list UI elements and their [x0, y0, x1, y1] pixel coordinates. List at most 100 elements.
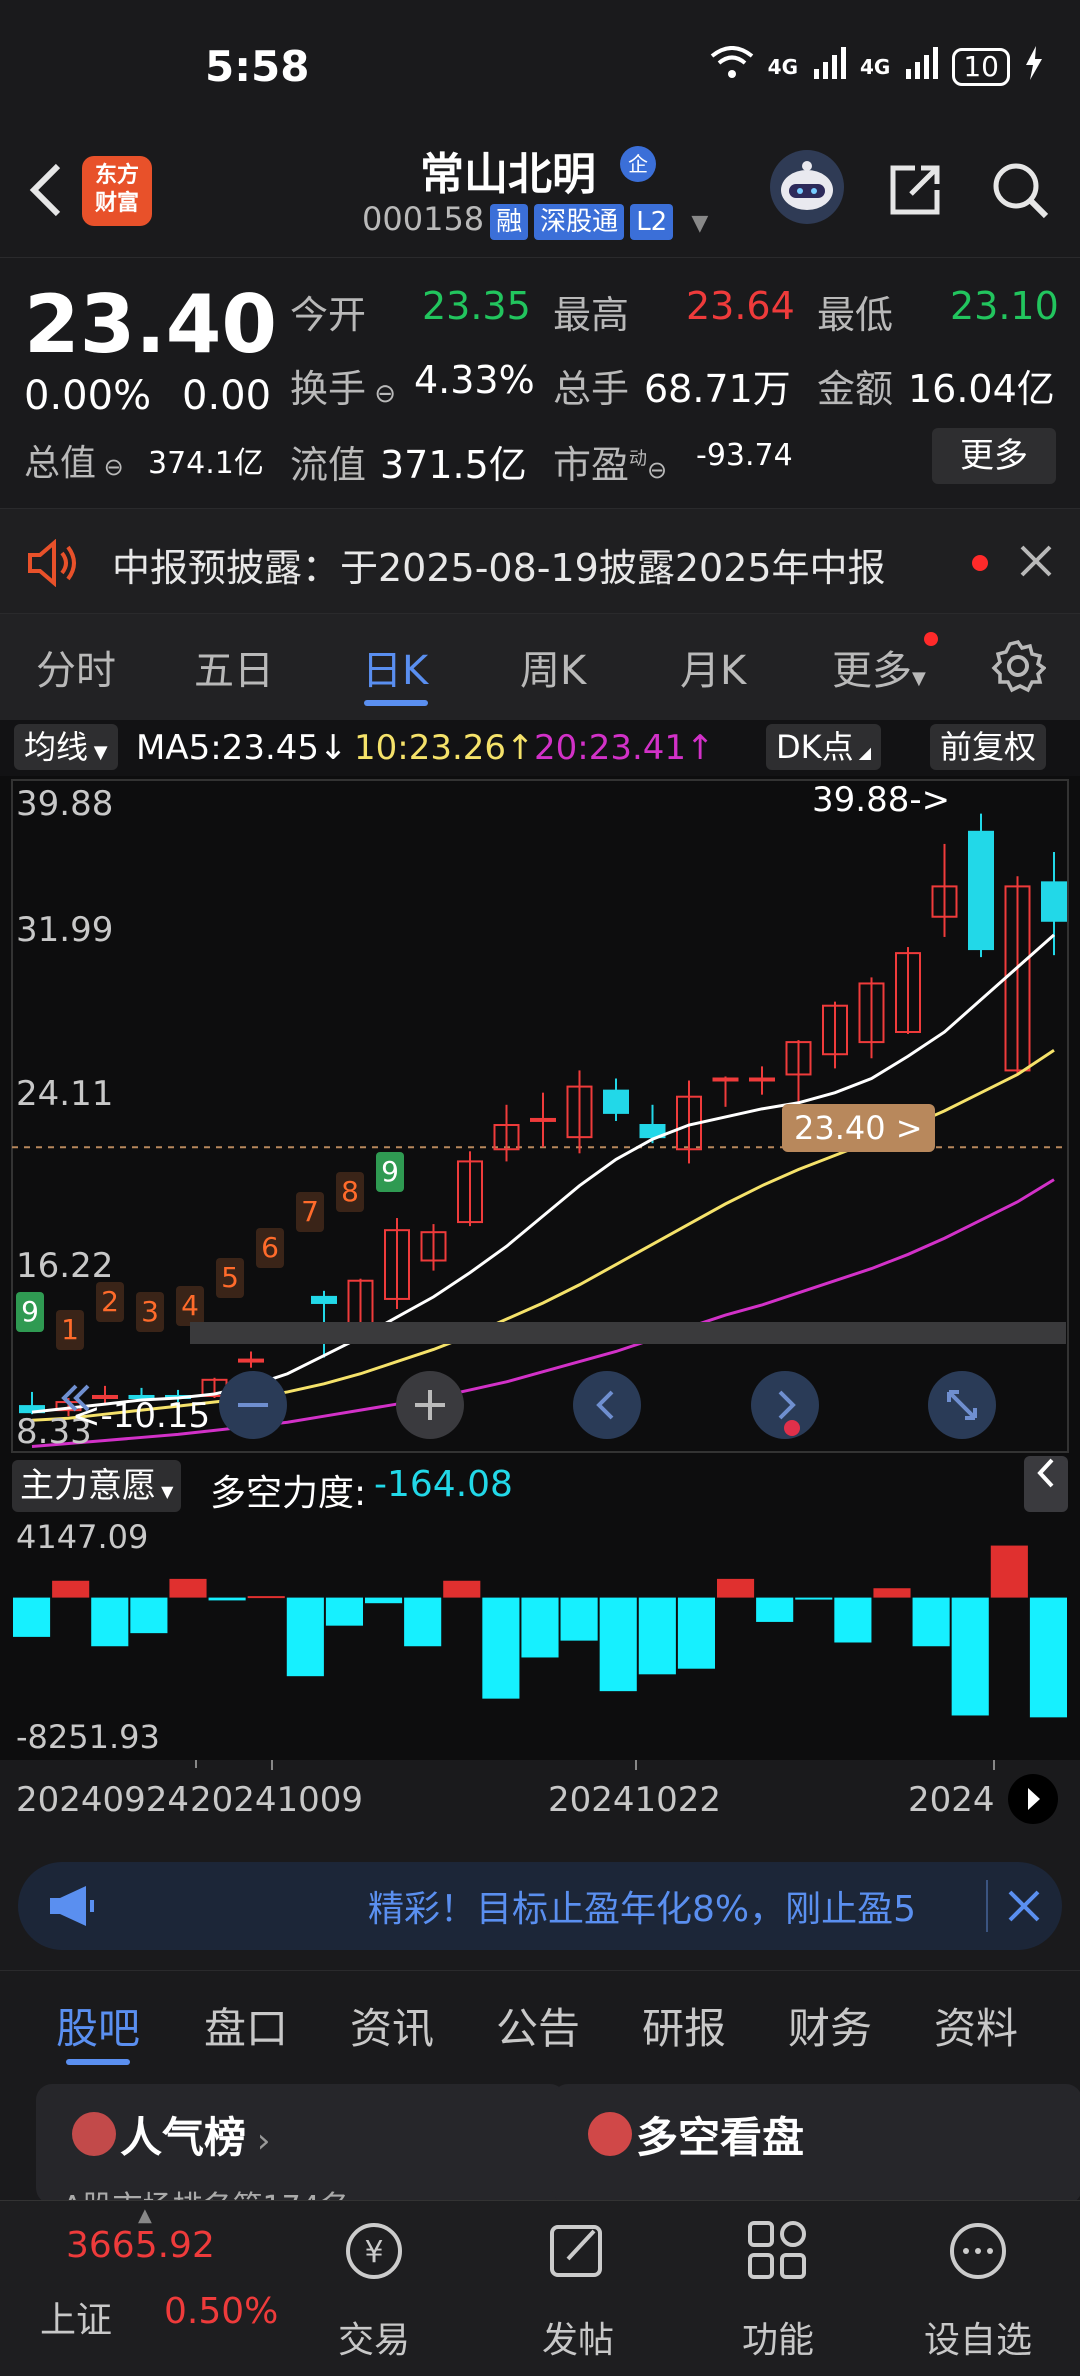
double-left-icon[interactable] — [56, 1378, 96, 1422]
subchart-y-top: 4147.09 — [16, 1518, 149, 1556]
tab-profile[interactable]: 资料 — [934, 1995, 1018, 2056]
subchart-bar — [873, 1588, 911, 1598]
wifi-icon — [710, 46, 754, 88]
subchart-bars-svg — [13, 1545, 1067, 1718]
subchart-bar — [286, 1597, 324, 1677]
tab-research[interactable]: 研报 — [642, 1995, 726, 2056]
zoom-in-icon[interactable] — [395, 1370, 465, 1440]
subchart-bar — [247, 1596, 285, 1599]
functions-grid-icon[interactable] — [742, 2215, 814, 2287]
settings-gear-icon[interactable] — [990, 638, 1047, 698]
post-edit-icon[interactable] — [542, 2215, 614, 2287]
battery-icon: 10 — [952, 48, 1010, 86]
divider — [986, 1880, 988, 1932]
tab-announcements[interactable]: 公告 — [496, 1995, 580, 2056]
unread-dot — [972, 555, 988, 571]
indicator-subchart[interactable]: 主力意愿 ▼ 多空力度: -164.08 4147.09 -8251.93 20… — [0, 1456, 1080, 1844]
chart-scroll-strip[interactable] — [190, 1322, 1066, 1344]
tab-news[interactable]: 资讯 — [350, 1995, 434, 2056]
index-name[interactable]: 上证 — [40, 2291, 112, 2343]
collapse-left-icon[interactable] — [1024, 1456, 1068, 1512]
add-watchlist-icon[interactable] — [942, 2215, 1014, 2287]
open-value: 23.35 — [422, 284, 531, 328]
index-change[interactable]: 0.50% — [164, 2291, 278, 2332]
content-tabs: 股吧 盘口 资讯 公告 研报 财务 资料 — [0, 1970, 1080, 2070]
date-label: 2024 — [908, 1780, 995, 1820]
subchart-bar — [521, 1597, 559, 1658]
td-count-label: 6 — [256, 1228, 284, 1268]
level2-tag: L2 — [630, 204, 674, 240]
close-icon[interactable] — [1004, 1886, 1044, 1930]
td-count-label: 3 — [136, 1292, 164, 1332]
subchart-bar — [208, 1597, 246, 1601]
notice-banner[interactable]: 中报预披露：于2025-08-19披露2025年中报 — [0, 508, 1080, 614]
tab-more-periods[interactable]: 更多▼ — [832, 638, 926, 696]
svg-text:¥: ¥ — [364, 2235, 383, 2270]
stock-header: 东方 财富 常山北明 企 000158 融深股通 L2 ▼ — [0, 130, 1080, 258]
signal-2-label: 4G — [860, 55, 891, 79]
prev-icon[interactable] — [572, 1370, 642, 1440]
subchart-bar — [325, 1597, 363, 1626]
tab-five-day[interactable]: 五日 — [194, 638, 274, 696]
trade-yuan-icon[interactable]: ¥ — [338, 2215, 410, 2287]
tab-weekly-k[interactable]: 周K — [520, 638, 586, 696]
turnover-label: 换手 ⊖ — [290, 367, 397, 411]
subchart-indicator-select[interactable]: 主力意愿 ▼ — [12, 1460, 182, 1512]
tab-monthly-k[interactable]: 月K — [680, 638, 746, 696]
indicator-select[interactable]: 均线 ▼ — [14, 724, 118, 770]
back-icon[interactable] — [22, 160, 72, 220]
tab-intraday[interactable]: 分时 — [36, 638, 116, 696]
candle-up — [238, 1358, 264, 1363]
amount-value: 16.04亿 — [908, 367, 1055, 411]
more-quote-button[interactable]: 更多 — [932, 428, 1056, 484]
share-icon[interactable] — [885, 160, 945, 220]
index-value[interactable]: 3665.92 — [66, 2225, 215, 2266]
subchart-bar — [52, 1580, 90, 1598]
kline-chart[interactable]: 39.88 31.99 24.11 16.22 8.33 39.88-> <-1… — [0, 776, 1080, 1456]
nav-post[interactable]: 发帖 — [518, 2311, 638, 2363]
candle-down — [603, 1089, 629, 1114]
adjust-button[interactable]: 前复权 — [930, 724, 1047, 770]
speaker-icon — [26, 538, 82, 591]
ma10-value: 10:23.26↑ — [354, 728, 535, 768]
dk-point-button[interactable]: DK点 ◢ — [766, 724, 882, 770]
assistant-robot-icon[interactable] — [770, 150, 844, 224]
active-tab-indicator — [66, 2059, 130, 2065]
mktcap-value: 374.1亿 — [148, 446, 264, 481]
zoom-out-icon[interactable] — [218, 1370, 288, 1440]
popularity-card[interactable]: 人气榜 › A股市场排名第174名 — [36, 2084, 566, 2204]
td-count-label: 9 — [376, 1152, 404, 1192]
subchart-bar — [13, 1597, 51, 1637]
nav-trade[interactable]: 交易 — [314, 2311, 434, 2363]
tab-finance[interactable]: 财务 — [788, 1995, 872, 2056]
current-price: 23.40 — [24, 278, 278, 371]
fullscreen-icon[interactable] — [927, 1370, 997, 1440]
subchart-bar — [130, 1597, 168, 1634]
card-title: 人气榜 › — [120, 2113, 271, 2162]
bull-bear-card[interactable]: 多空看盘 — [552, 2084, 1080, 2204]
promo-banner[interactable]: 精彩！目标止盈年化8%，刚止盈5 — [18, 1862, 1062, 1950]
candle-down — [1041, 881, 1067, 922]
stock-code-row[interactable]: 000158 融深股通 L2 ▼ — [362, 200, 708, 240]
subchart-bar — [560, 1597, 598, 1641]
search-icon[interactable] — [988, 158, 1052, 222]
close-icon[interactable] — [1016, 541, 1056, 585]
tab-guba[interactable]: 股吧 — [56, 1995, 140, 2056]
current-price-tag[interactable]: 23.40 > — [782, 1104, 935, 1152]
pe-value: -93.74 — [696, 438, 793, 473]
stock-code: 000158 — [362, 200, 485, 238]
tab-daily-k[interactable]: 日K — [362, 638, 428, 696]
subchart-bar — [1029, 1597, 1067, 1718]
nav-add-watchlist[interactable]: 设自选 — [918, 2311, 1038, 2363]
subchart-bar — [482, 1597, 520, 1699]
subchart-bar — [951, 1597, 989, 1716]
y-label-2: 31.99 — [16, 910, 114, 950]
tab-pankou[interactable]: 盘口 — [204, 1995, 288, 2056]
scroll-right-icon[interactable] — [1008, 1774, 1058, 1824]
nav-functions[interactable]: 功能 — [718, 2311, 838, 2363]
volume-value: 68.71万 — [644, 367, 791, 411]
subchart-bar — [756, 1597, 794, 1622]
float-value: 371.5亿 — [380, 443, 527, 487]
next-icon[interactable] — [750, 1370, 820, 1440]
signal-icon — [812, 47, 847, 87]
